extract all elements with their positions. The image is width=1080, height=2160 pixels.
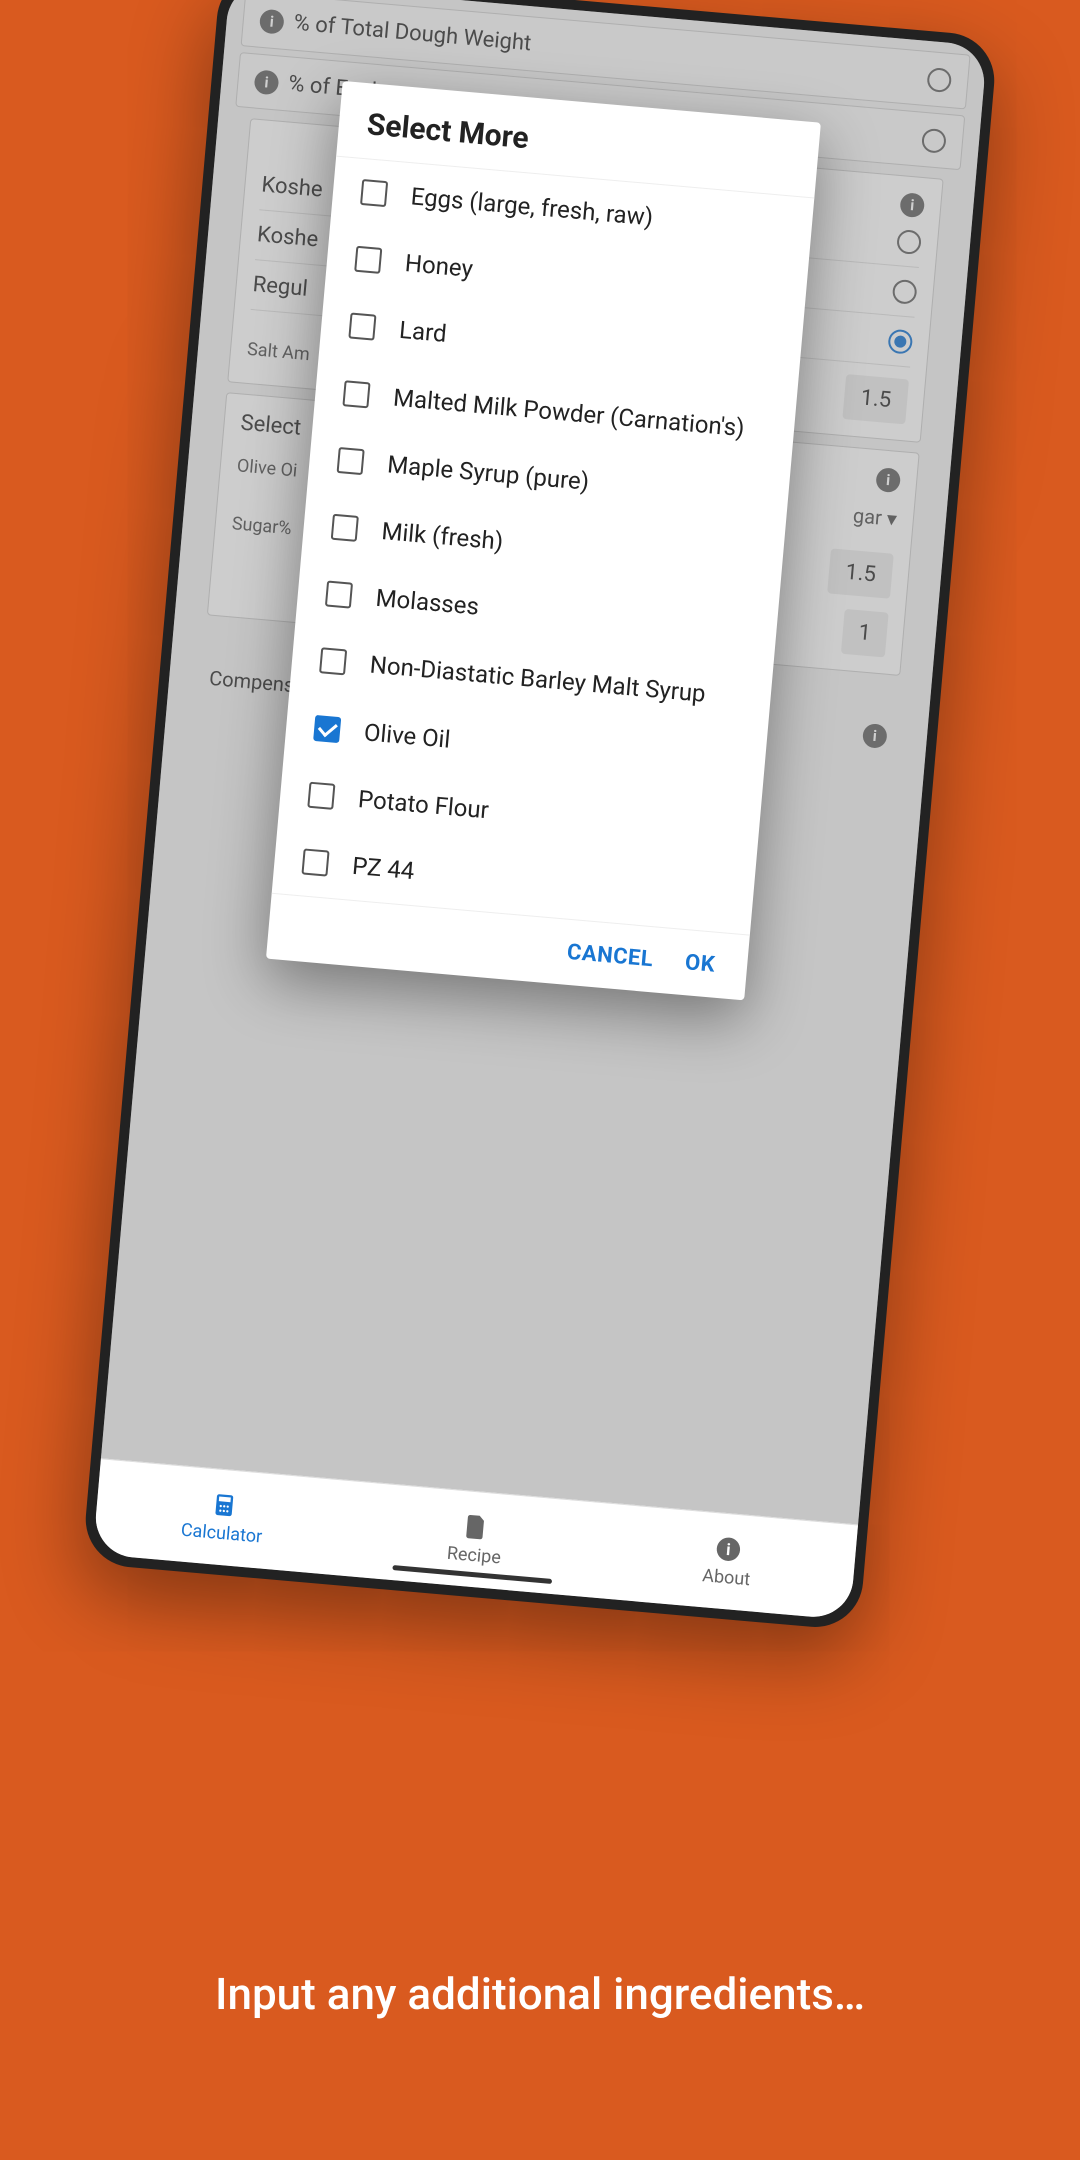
document-icon [461,1512,491,1542]
info-icon[interactable]: i [862,723,888,749]
checkbox-label: PZ 44 [351,851,416,887]
checkbox[interactable] [325,581,353,609]
info-icon: i [714,1534,744,1564]
salt-value[interactable]: 1.5 [843,374,909,424]
sugar-dropdown[interactable]: gar ▾ [852,503,898,531]
info-icon[interactable]: i [254,69,280,95]
option-label: Koshe [260,172,323,202]
checkbox[interactable] [307,781,335,809]
nav-label: About [701,1565,751,1590]
checkbox[interactable] [360,179,388,207]
checkbox-label: Olive Oil [363,717,452,756]
sugar-pct-label: Sugar% [231,513,292,539]
checkbox-label: Molasses [374,583,480,623]
radio-unselected[interactable] [926,67,952,93]
sugar-value[interactable]: 1.5 [828,548,894,598]
info-icon[interactable]: i [899,192,925,218]
checkbox[interactable] [331,514,359,542]
checkbox-label: Eggs (large, fresh, raw) [410,181,655,233]
nav-about[interactable]: i About [597,1503,858,1620]
checkbox-label: Lard [398,315,448,350]
radio-unselected[interactable] [892,278,918,304]
ok-button[interactable]: OK [684,950,716,978]
radio-unselected[interactable] [896,229,922,255]
select-label: Select [240,411,302,441]
info-icon[interactable]: i [875,467,901,493]
nav-label: Calculator [180,1520,263,1548]
calculator-icon [209,1490,239,1520]
olive-label: Olive Oi [236,455,298,481]
option-label: % of Total Dough Weight [293,11,533,57]
select-more-dialog: Select More Eggs (large, fresh, raw)Hone… [266,81,821,1001]
checkbox[interactable] [348,313,376,341]
info-icon[interactable]: i [259,8,285,34]
checkbox-label: Non-Diastatic Barley Malt Syrup [369,650,707,710]
cancel-button[interactable]: CANCEL [566,940,654,972]
nav-label: Recipe [446,1543,502,1569]
checkbox-label: Honey [404,248,474,285]
checkbox-label: Maple Syrup (pure) [386,449,590,498]
radio-selected[interactable] [887,328,913,354]
checkbox[interactable] [319,648,347,676]
salt-amount-label: Salt Am [246,339,310,365]
checkbox[interactable] [342,380,370,408]
extra-value[interactable]: 1 [841,609,889,658]
checkbox[interactable] [301,848,329,876]
checkbox[interactable] [354,246,382,274]
checkbox-label: Malted Milk Powder (Carnation's) [392,382,746,444]
bottom-nav: Calculator Recipe i About [93,1458,858,1620]
checkbox-label: Potato Flour [357,784,490,826]
checkbox-label: Milk (fresh) [380,516,504,558]
option-label: Regul [252,272,309,302]
option-label: Koshe [256,222,319,252]
nav-recipe[interactable]: Recipe [345,1481,606,1598]
checkbox[interactable] [313,714,341,742]
radio-unselected[interactable] [921,127,947,153]
marketing-caption: Input any additional ingredients… [0,1968,1080,2020]
checkbox[interactable] [337,447,365,475]
nav-calculator[interactable]: Calculator [93,1459,354,1576]
dialog-list[interactable]: Eggs (large, fresh, raw) Honey Lard Malted … [272,156,815,936]
